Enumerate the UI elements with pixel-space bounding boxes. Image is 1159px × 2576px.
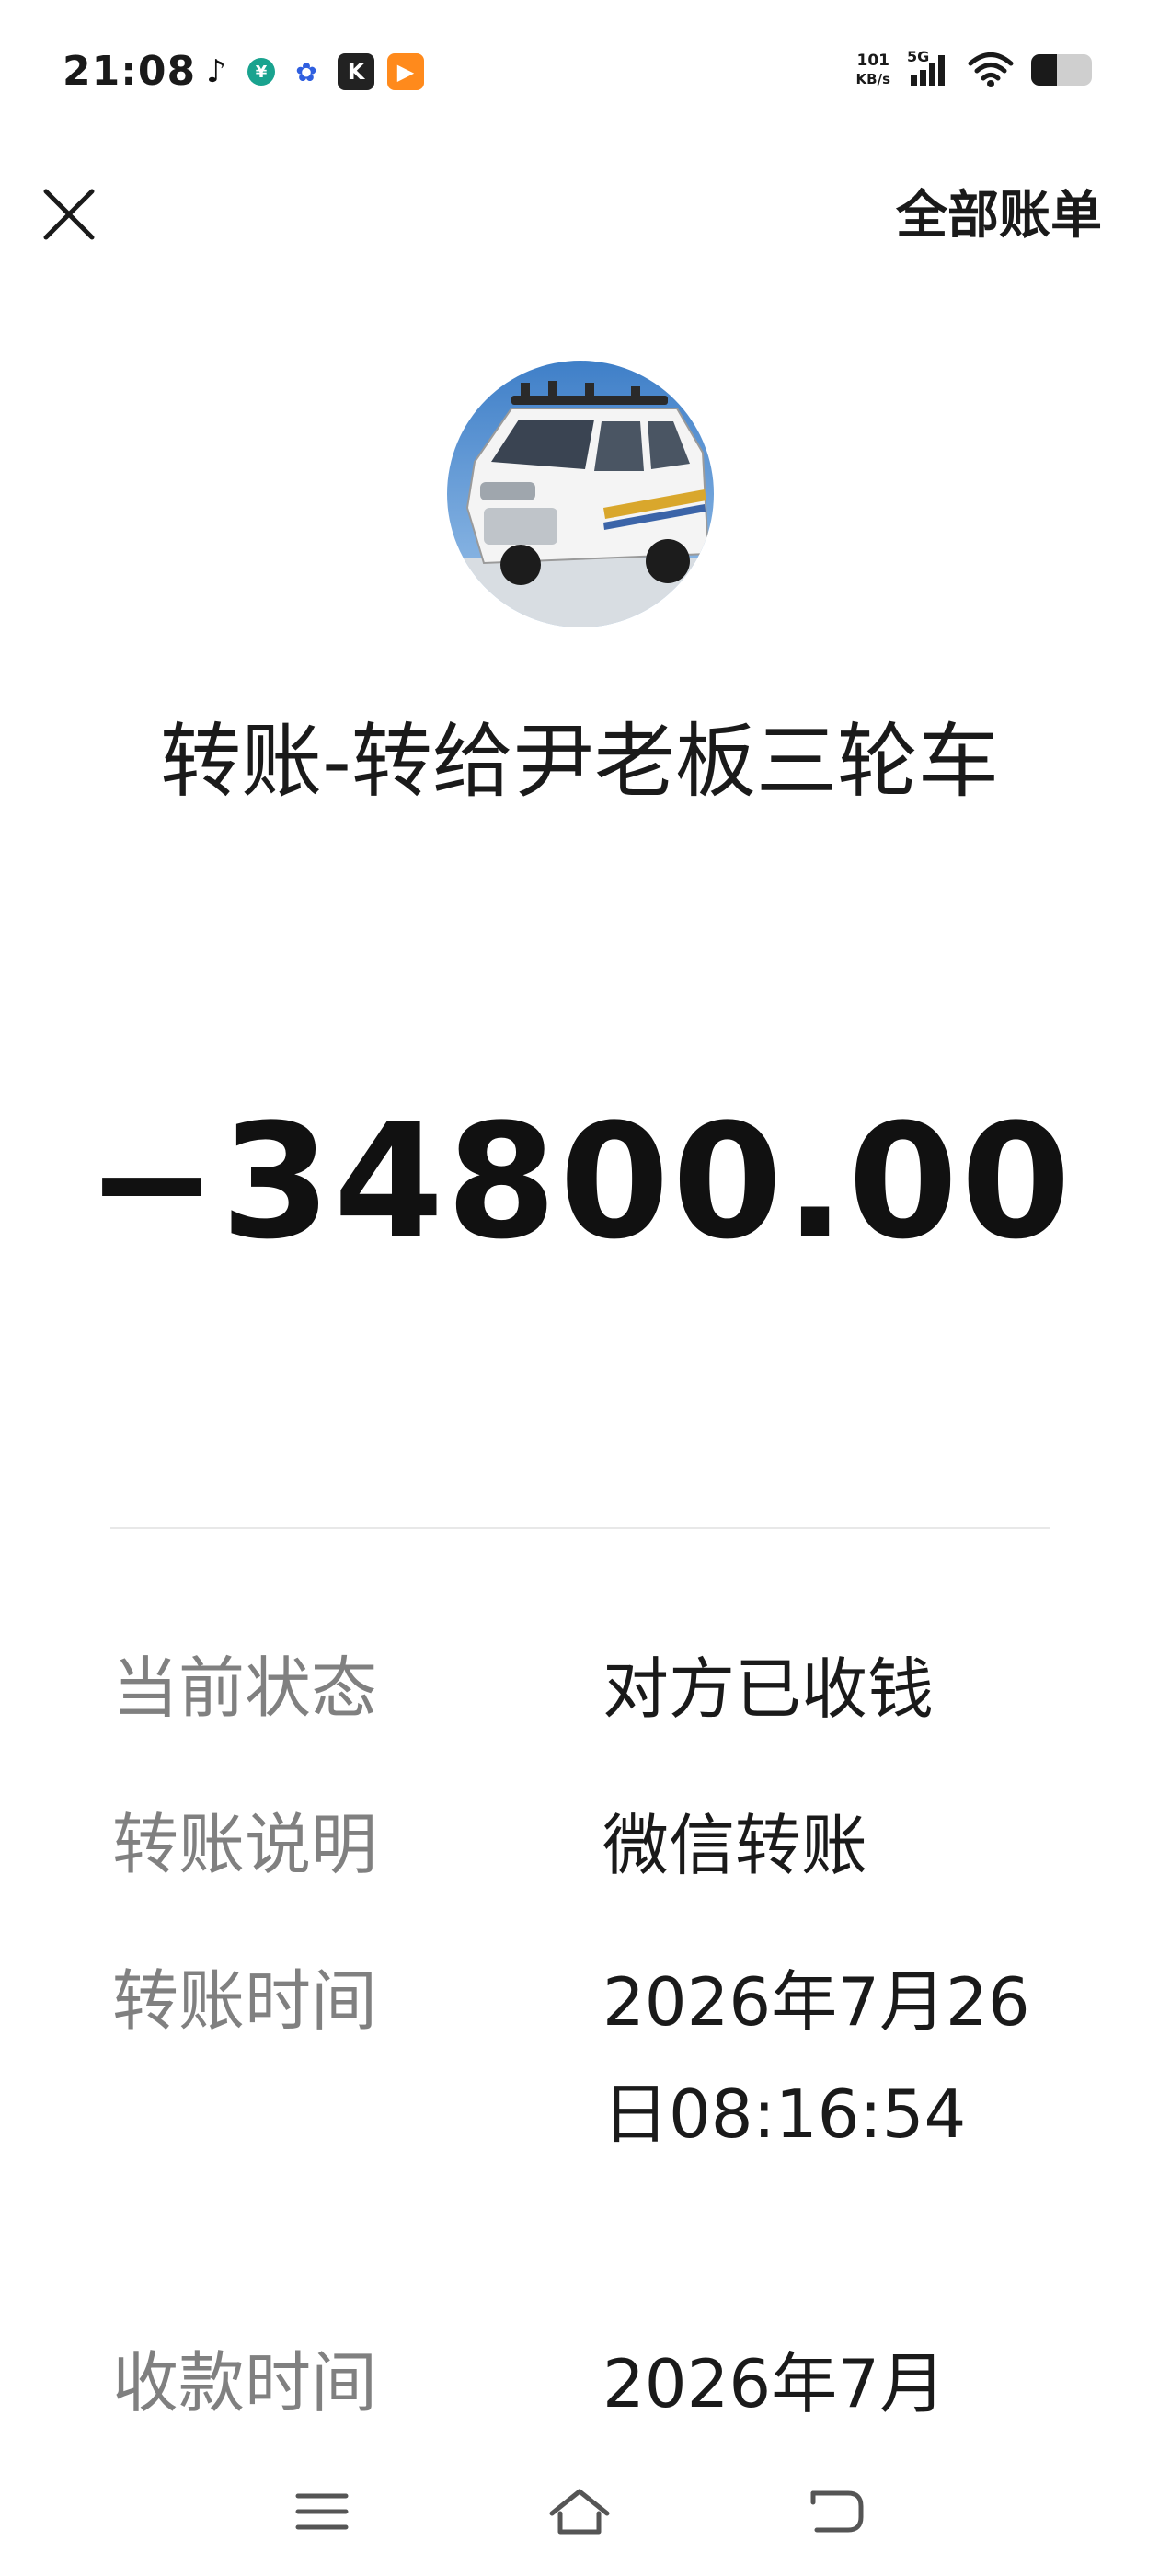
menu-icon xyxy=(295,2493,349,2530)
close-icon xyxy=(43,189,95,240)
detail-value-note: 微信转账 xyxy=(602,1807,868,1884)
video-icon: ▶ xyxy=(387,53,424,90)
status-time: 21:08 xyxy=(63,48,197,95)
detail-value-receive-time: 2026年7月 xyxy=(602,2345,947,2422)
net-speed: 101 KB/s xyxy=(856,52,890,88)
transfer-title: 转账-转给尹老板三轮车 xyxy=(160,714,999,809)
system-nav-bar xyxy=(0,2447,1159,2576)
avatar xyxy=(447,361,714,627)
detail-value-transfer-time: 2026年7月26日08:16:54 xyxy=(602,1963,1030,2153)
detail-label-receive-time: 收款时间 xyxy=(112,2344,378,2421)
menu-button[interactable] xyxy=(285,2475,359,2548)
back-button[interactable] xyxy=(800,2475,874,2548)
tiktok-icon: ♪ xyxy=(206,53,226,90)
notification-icons: ♪ ¥ ✿ K ▶ xyxy=(198,53,424,90)
close-button[interactable] xyxy=(37,182,101,247)
status-indicators: 101 KB/s 5G xyxy=(856,48,1096,88)
battery-icon xyxy=(1031,54,1092,86)
back-icon xyxy=(810,2490,864,2533)
detail-value-status: 对方已收钱 xyxy=(602,1650,935,1728)
kuaishou-icon: K xyxy=(338,53,374,90)
signal-icon: 5G xyxy=(907,48,951,88)
wifi-icon xyxy=(968,52,1014,87)
status-bar: 21:08 ♪ ¥ ✿ K ▶ 101 KB/s 5G xyxy=(0,0,1159,156)
bank-icon: ¥ xyxy=(247,58,275,86)
all-bills-button[interactable]: 全部账单 xyxy=(896,184,1102,248)
net-speed-value: 101 xyxy=(856,52,890,70)
detail-label-status: 当前状态 xyxy=(112,1650,378,1727)
detail-label-note: 转账说明 xyxy=(112,1806,378,1883)
transfer-amount: −34800.00 xyxy=(85,1089,1074,1274)
detail-label-transfer-time: 转账时间 xyxy=(112,1962,378,2040)
net-speed-unit: KB/s xyxy=(855,71,890,87)
baidu-icon: ✿ xyxy=(288,53,325,90)
divider xyxy=(110,1527,1050,1529)
home-button[interactable] xyxy=(543,2475,616,2548)
home-icon xyxy=(549,2489,610,2535)
tricycle-photo xyxy=(447,361,714,627)
